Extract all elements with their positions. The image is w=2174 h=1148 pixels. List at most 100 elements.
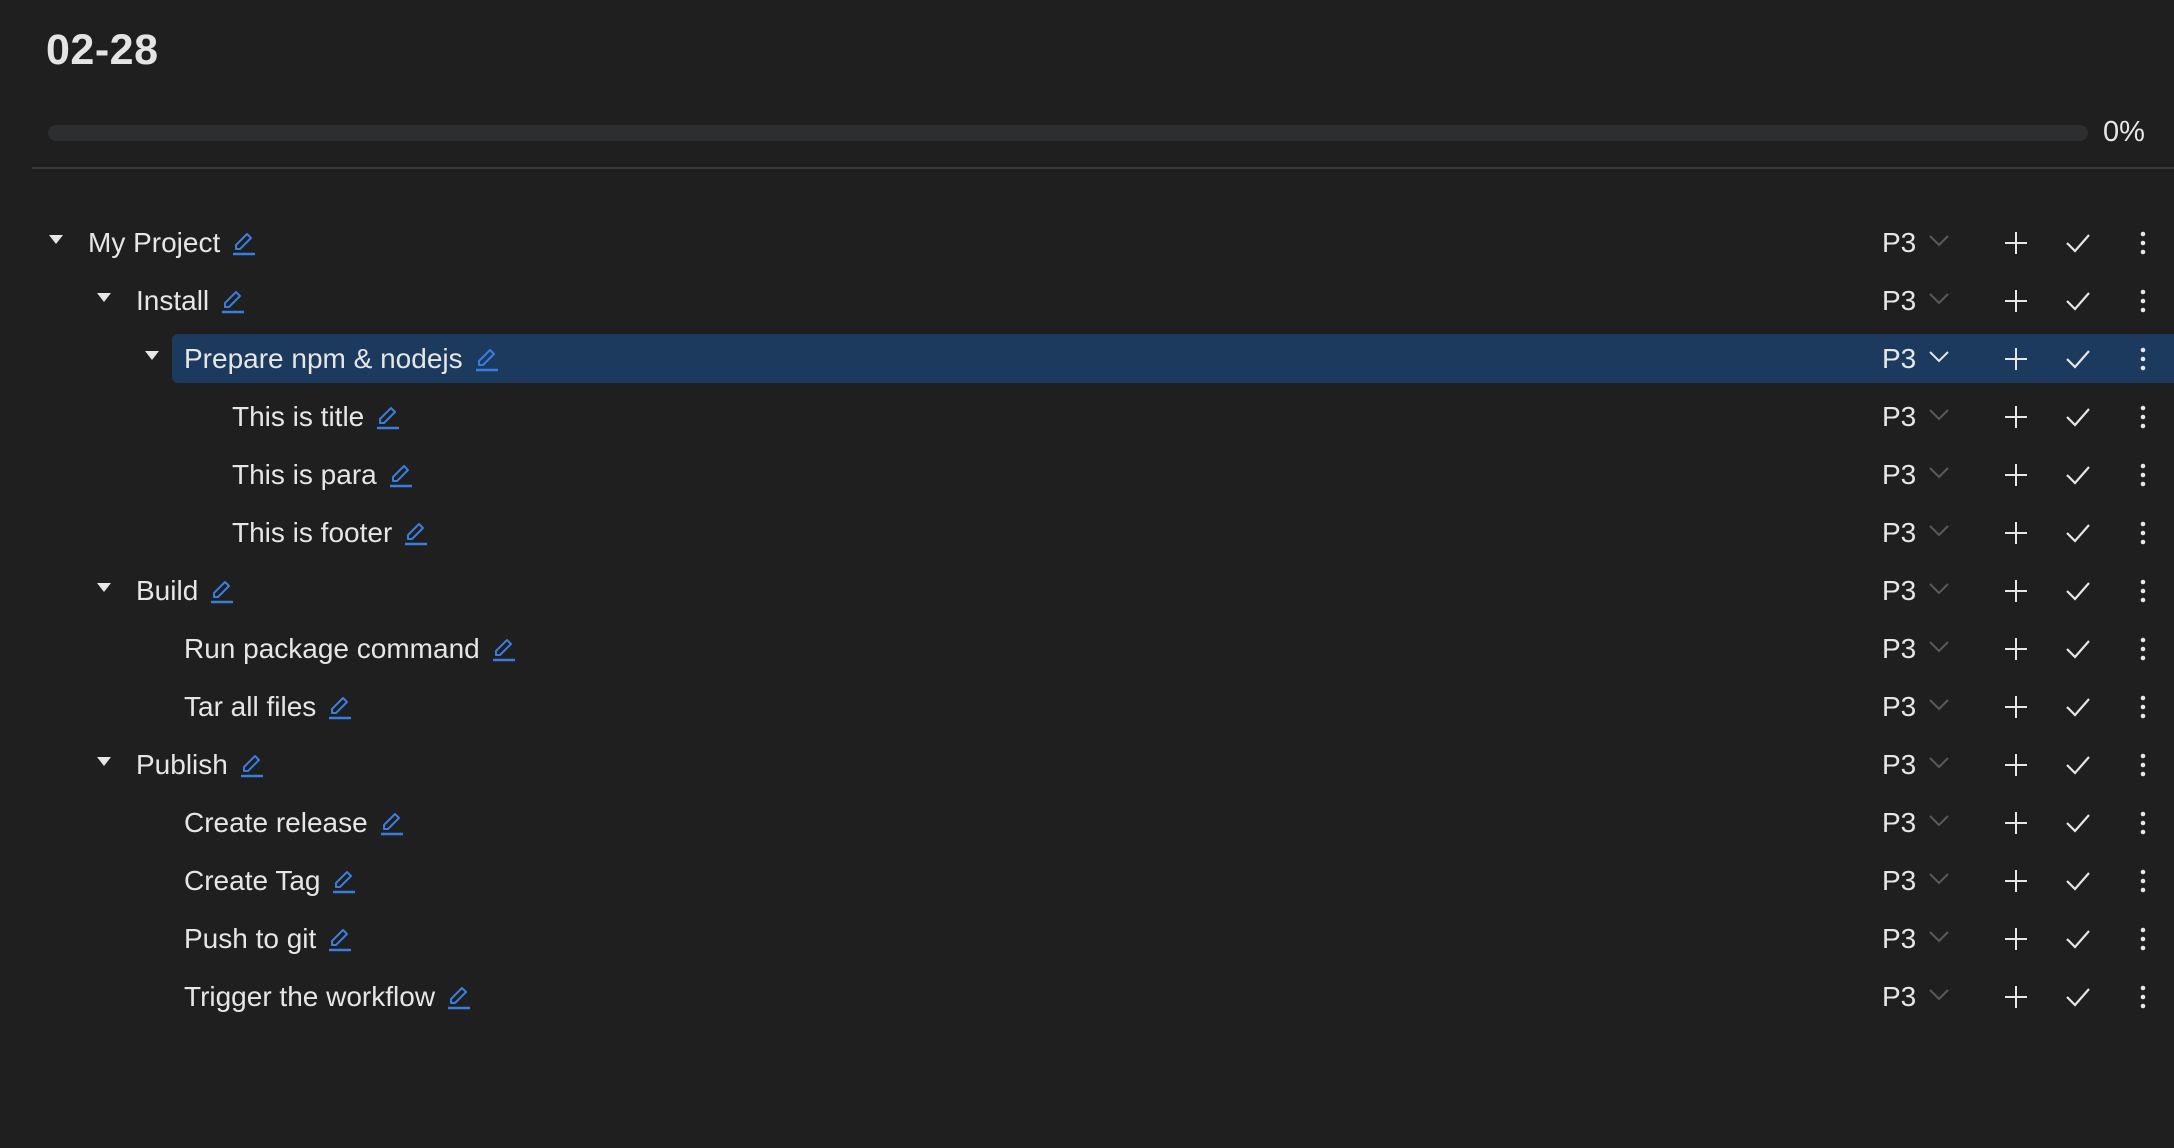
caret-down-icon[interactable] xyxy=(145,351,159,360)
priority-select[interactable]: P3 xyxy=(1882,562,1950,620)
task-row[interactable]: Push to git P3 xyxy=(0,910,2174,968)
task-title[interactable]: Install xyxy=(136,285,209,317)
priority-select[interactable]: P3 xyxy=(1882,620,1950,678)
task-row[interactable]: Publish P3 xyxy=(0,736,2174,794)
add-subtask-button[interactable] xyxy=(1999,226,2033,260)
task-row[interactable]: Build P3 xyxy=(0,562,2174,620)
more-options-button[interactable] xyxy=(2126,284,2160,318)
priority-select[interactable]: P3 xyxy=(1882,852,1950,910)
more-options-button[interactable] xyxy=(2126,458,2160,492)
task-row[interactable]: Create release P3 xyxy=(0,794,2174,852)
complete-task-button[interactable] xyxy=(2061,226,2095,260)
pencil-icon[interactable] xyxy=(491,637,517,663)
add-subtask-button[interactable] xyxy=(1999,516,2033,550)
caret-down-icon[interactable] xyxy=(97,293,111,302)
task-title[interactable]: Prepare npm & nodejs xyxy=(184,343,463,375)
caret-down-icon[interactable] xyxy=(49,235,63,244)
complete-task-button[interactable] xyxy=(2061,690,2095,724)
task-title[interactable]: This is footer xyxy=(232,517,392,549)
pencil-icon[interactable] xyxy=(231,231,257,257)
more-options-button[interactable] xyxy=(2126,400,2160,434)
complete-task-button[interactable] xyxy=(2061,806,2095,840)
task-row[interactable]: Tar all files P3 xyxy=(0,678,2174,736)
pencil-icon[interactable] xyxy=(446,985,472,1011)
add-subtask-button[interactable] xyxy=(1999,284,2033,318)
priority-select[interactable]: P3 xyxy=(1882,214,1950,272)
add-subtask-button[interactable] xyxy=(1999,922,2033,956)
more-options-button[interactable] xyxy=(2126,980,2160,1014)
task-row[interactable]: Install P3 xyxy=(0,272,2174,330)
add-subtask-button[interactable] xyxy=(1999,342,2033,376)
task-title[interactable]: My Project xyxy=(88,227,220,259)
priority-select[interactable]: P3 xyxy=(1882,272,1950,330)
task-row[interactable]: My Project P3 xyxy=(0,214,2174,272)
more-options-button[interactable] xyxy=(2126,864,2160,898)
task-title[interactable]: Trigger the workflow xyxy=(184,981,435,1013)
task-row[interactable]: This is para P3 xyxy=(0,446,2174,504)
pencil-icon[interactable] xyxy=(474,347,500,373)
more-options-button[interactable] xyxy=(2126,342,2160,376)
add-subtask-button[interactable] xyxy=(1999,458,2033,492)
pencil-icon[interactable] xyxy=(327,695,353,721)
task-title[interactable]: Create Tag xyxy=(184,865,320,897)
task-row[interactable]: Create Tag P3 xyxy=(0,852,2174,910)
complete-task-button[interactable] xyxy=(2061,864,2095,898)
complete-task-button[interactable] xyxy=(2061,284,2095,318)
add-subtask-button[interactable] xyxy=(1999,806,2033,840)
priority-select[interactable]: P3 xyxy=(1882,388,1950,446)
priority-select[interactable]: P3 xyxy=(1882,794,1950,852)
priority-select[interactable]: P3 xyxy=(1882,446,1950,504)
task-row[interactable]: This is title P3 xyxy=(0,388,2174,446)
priority-select[interactable]: P3 xyxy=(1882,968,1950,1026)
complete-task-button[interactable] xyxy=(2061,922,2095,956)
more-options-button[interactable] xyxy=(2126,226,2160,260)
priority-select[interactable]: P3 xyxy=(1882,678,1950,736)
task-title[interactable]: This is para xyxy=(232,459,377,491)
add-subtask-button[interactable] xyxy=(1999,690,2033,724)
more-options-button[interactable] xyxy=(2126,748,2160,782)
pencil-icon[interactable] xyxy=(379,811,405,837)
complete-task-button[interactable] xyxy=(2061,574,2095,608)
add-subtask-button[interactable] xyxy=(1999,748,2033,782)
complete-task-button[interactable] xyxy=(2061,342,2095,376)
priority-select[interactable]: P3 xyxy=(1882,910,1950,968)
add-subtask-button[interactable] xyxy=(1999,632,2033,666)
complete-task-button[interactable] xyxy=(2061,980,2095,1014)
pencil-icon[interactable] xyxy=(403,521,429,547)
more-options-button[interactable] xyxy=(2126,516,2160,550)
priority-select[interactable]: P3 xyxy=(1882,736,1950,794)
pencil-icon[interactable] xyxy=(388,463,414,489)
priority-select[interactable]: P3 xyxy=(1882,504,1950,562)
task-title[interactable]: Create release xyxy=(184,807,368,839)
task-title[interactable]: Push to git xyxy=(184,923,316,955)
add-subtask-button[interactable] xyxy=(1999,400,2033,434)
complete-task-button[interactable] xyxy=(2061,516,2095,550)
add-subtask-button[interactable] xyxy=(1999,980,2033,1014)
pencil-icon[interactable] xyxy=(209,579,235,605)
pencil-icon[interactable] xyxy=(375,405,401,431)
complete-task-button[interactable] xyxy=(2061,458,2095,492)
task-title[interactable]: Build xyxy=(136,575,198,607)
more-options-button[interactable] xyxy=(2126,690,2160,724)
task-row[interactable]: This is footer P3 xyxy=(0,504,2174,562)
more-options-button[interactable] xyxy=(2126,922,2160,956)
caret-down-icon[interactable] xyxy=(97,757,111,766)
add-subtask-button[interactable] xyxy=(1999,864,2033,898)
more-options-button[interactable] xyxy=(2126,632,2160,666)
more-options-button[interactable] xyxy=(2126,574,2160,608)
task-title[interactable]: Run package command xyxy=(184,633,480,665)
pencil-icon[interactable] xyxy=(220,289,246,315)
pencil-icon[interactable] xyxy=(327,927,353,953)
task-title[interactable]: Tar all files xyxy=(184,691,316,723)
task-title[interactable]: Publish xyxy=(136,749,228,781)
task-title[interactable]: This is title xyxy=(232,401,364,433)
task-row[interactable]: Trigger the workflow P3 xyxy=(0,968,2174,1026)
complete-task-button[interactable] xyxy=(2061,400,2095,434)
caret-down-icon[interactable] xyxy=(97,583,111,592)
task-row[interactable]: Prepare npm & nodejs P3 xyxy=(0,330,2174,388)
more-options-button[interactable] xyxy=(2126,806,2160,840)
add-subtask-button[interactable] xyxy=(1999,574,2033,608)
priority-select[interactable]: P3 xyxy=(1882,330,1950,388)
pencil-icon[interactable] xyxy=(239,753,265,779)
task-row[interactable]: Run package command P3 xyxy=(0,620,2174,678)
